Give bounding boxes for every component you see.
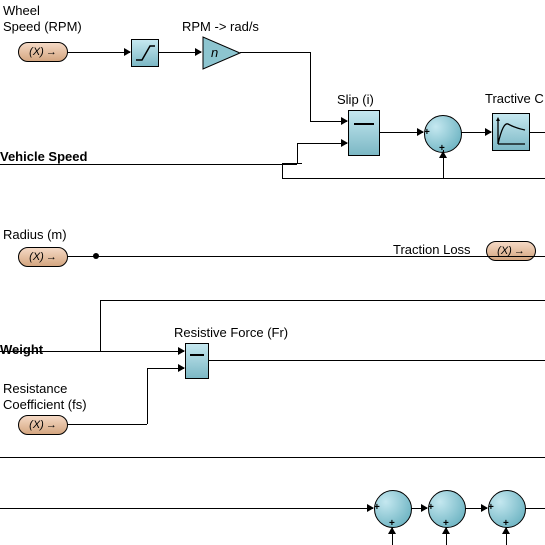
wire (208, 360, 545, 361)
traction-loss-label: Traction Loss (393, 242, 471, 257)
lookup-table-block[interactable] (492, 113, 530, 151)
wire (147, 368, 148, 424)
wire (0, 457, 545, 458)
wire (67, 424, 147, 425)
saturation-icon (132, 40, 158, 66)
radius-input[interactable]: (X)→ (18, 247, 68, 267)
radius-label: Radius (m) (3, 227, 67, 242)
arrowhead-icon (341, 117, 348, 125)
input-x-icon: (X) (29, 46, 44, 58)
plus-icon: + (374, 502, 380, 513)
wire (0, 164, 297, 165)
wheel-speed-label-1: Wheel (3, 3, 40, 18)
resistive-force-label: Resistive Force (Fr) (174, 325, 288, 340)
wire (282, 163, 302, 164)
node-icon (93, 253, 99, 259)
arrowhead-icon (417, 128, 424, 136)
gain-letter: n (211, 45, 218, 60)
wire (67, 52, 130, 53)
arrowhead-icon (341, 139, 348, 147)
wire (67, 256, 545, 257)
weight-label: Weight (0, 342, 43, 357)
wheel-speed-input[interactable]: (X)→ (18, 42, 68, 62)
traction-loss-input[interactable]: (X)→ (486, 241, 536, 261)
arrowhead-icon (124, 48, 131, 56)
vehicle-speed-label: Vehicle Speed (0, 149, 87, 164)
resistance-label-1: Resistance (3, 381, 67, 396)
wire (100, 300, 101, 351)
gain-block[interactable] (202, 36, 242, 70)
arrowhead-icon (178, 364, 185, 372)
arrowhead-icon (502, 527, 510, 534)
plus-icon: + (488, 502, 494, 513)
resistive-divide-block[interactable] (185, 343, 209, 379)
arrowhead-icon (388, 527, 396, 534)
arrowhead-icon (481, 504, 488, 512)
saturation-block[interactable] (131, 39, 159, 67)
wire (100, 351, 184, 352)
slip-divide-block[interactable] (348, 110, 380, 156)
wheel-speed-label-2: Speed (RPM) (3, 19, 82, 34)
arrowhead-icon (439, 151, 447, 158)
wire (525, 508, 545, 509)
wire (529, 132, 545, 133)
arrowhead-icon (421, 504, 428, 512)
wire (282, 163, 283, 178)
tractive-label: Tractive C (485, 91, 544, 106)
wire (297, 143, 298, 164)
divide-icon (190, 354, 204, 356)
sum-block-upper[interactable]: + + (424, 115, 462, 153)
arrowhead-icon (442, 527, 450, 534)
arrowhead-icon (195, 48, 202, 56)
arrowhead-icon (367, 504, 374, 512)
arrow-icon: → (46, 251, 57, 263)
divide-icon (354, 123, 374, 125)
arrow-icon: → (46, 419, 57, 431)
wire (240, 52, 310, 53)
arrowhead-icon (485, 128, 492, 136)
sum-block-b3[interactable]: + + (488, 490, 526, 528)
rpm-rads-label: RPM -> rad/s (182, 19, 259, 34)
wire (282, 178, 545, 179)
lookup-curve-icon (493, 114, 529, 150)
wire (310, 52, 311, 121)
input-x-icon: (X) (29, 419, 44, 431)
plus-icon: + (428, 502, 434, 513)
arrowhead-icon (178, 347, 185, 355)
wire (100, 300, 545, 301)
wire (0, 351, 100, 352)
wire (297, 143, 347, 144)
arrow-icon: → (46, 46, 57, 58)
resistance-label-2: Coefficient (fs) (3, 397, 87, 412)
wire (0, 508, 373, 509)
resistance-input[interactable]: (X)→ (18, 415, 68, 435)
plus-icon: + (424, 127, 430, 138)
sum-block-b1[interactable]: + + (374, 490, 412, 528)
input-x-icon: (X) (29, 251, 44, 263)
slip-label: Slip (i) (337, 92, 374, 107)
sum-block-b2[interactable]: + + (428, 490, 466, 528)
